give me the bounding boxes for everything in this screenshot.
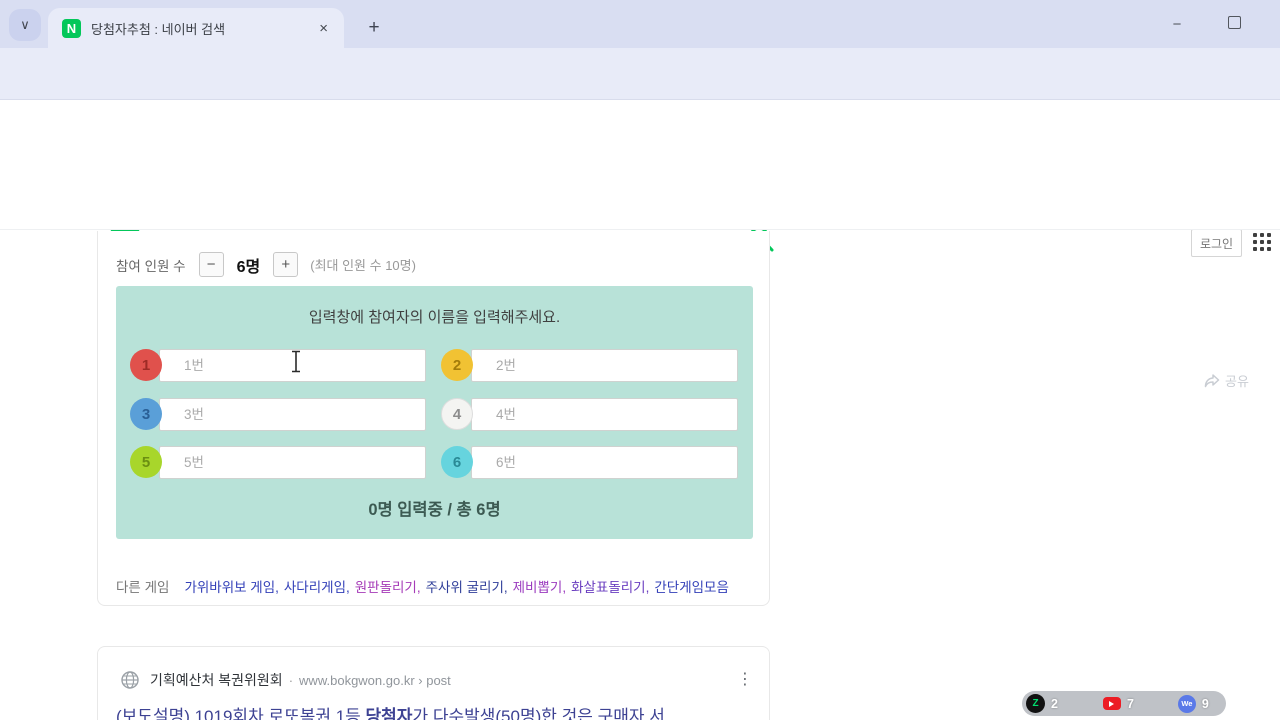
entry-badge-6: 6 xyxy=(441,446,473,478)
entry-progress-status: 0명 입력중 / 총 6명 xyxy=(368,501,501,519)
other-games-label: 다른 게임 xyxy=(116,580,170,595)
youtube-counter: 7 xyxy=(1058,697,1134,711)
naver-favicon: N xyxy=(62,18,81,38)
other-games-row: 다른 게임 가위바위보 게임, 사다리게임, 원판돌리기, 주사위 굴리기, 제… xyxy=(116,576,734,596)
link-arrow-spin[interactable]: 화살표돌리기, xyxy=(571,576,649,596)
badge-number: 4 xyxy=(452,405,462,423)
link-simple-games[interactable]: 간단게임모음 xyxy=(654,576,729,596)
result-site-url[interactable]: www.bokgwon.go.kr › post xyxy=(299,673,451,688)
search-result-card: 기획예산처 복권위원회 · www.bokgwon.go.kr › post ⋮… xyxy=(97,646,770,720)
entry-badge-4: 4 xyxy=(441,398,473,430)
result-title-link[interactable]: (보도설명) 1019회차 로또복권 1등 당첨자가 다수발생(50명)한 것은… xyxy=(116,702,665,720)
tab-search-button[interactable]: ∨ xyxy=(9,9,41,41)
share-label: 공유 xyxy=(1225,374,1249,389)
name-input-6[interactable] xyxy=(471,446,738,479)
chzzk-count: 2 xyxy=(1051,696,1058,711)
entry-badge-1: 1 xyxy=(130,349,162,381)
name-entry-panel: 입력창에 참여자의 이름을 입력해주세요. 1 2 3 4 5 6 xyxy=(116,286,753,539)
chzzk-icon: Z xyxy=(1026,694,1045,713)
badge-number: 1 xyxy=(141,356,151,374)
participant-count-row: 참여 인원 수 − 6명 + (최대 인원 수 10명) xyxy=(116,252,416,277)
result-title-pre: (보도설명) 1019회차 로또복권 1등 xyxy=(116,707,366,720)
badge-number: 3 xyxy=(141,405,151,423)
badge-number: 6 xyxy=(452,453,462,471)
browser-toolbar: ← → ⟳ search.naver.com/search.naver?wher… xyxy=(0,48,1280,141)
badge-number: 2 xyxy=(452,356,462,374)
weverse-counter: We 9 xyxy=(1134,694,1209,713)
weverse-count: 9 xyxy=(1201,696,1209,711)
naver-header: N 로그인 xyxy=(0,100,1280,257)
search-category-nav: 블로그 카페 이미지 지식iN 인플루언서 동영상 쇼핑 뉴스 어학사전 › ⋯… xyxy=(0,176,1280,398)
increase-count-button[interactable]: + xyxy=(273,252,299,277)
browser-tab[interactable]: N 당첨자추첨 : 네이버 검색 × xyxy=(48,8,344,48)
result-source-row[interactable]: 기획예산처 복권위원회 · www.bokgwon.go.kr › post xyxy=(120,670,451,690)
panel-instruction: 입력창에 참여자의 이름을 입력해주세요. xyxy=(308,309,561,326)
link-dice-roll[interactable]: 주사위 굴리기, xyxy=(426,576,508,596)
new-tab-button[interactable]: + xyxy=(360,14,388,42)
chzzk-counter: Z 2 xyxy=(1022,694,1058,713)
browser-window: ∨ N 당첨자추첨 : 네이버 검색 × + − ← → ⟳ search.na… xyxy=(0,0,1280,720)
decrease-count-button[interactable]: − xyxy=(198,252,224,277)
tab-title: 당첨자추첨 : 네이버 검색 xyxy=(91,21,226,37)
result-title-post: 가 다수발생(50명)한 것은 구매자 서 xyxy=(412,707,665,720)
max-count-note: (최대 인원 수 10명) xyxy=(310,258,416,273)
result-menu-icon[interactable]: ⋮ xyxy=(737,669,753,689)
entry-badge-5: 5 xyxy=(130,446,162,478)
share-arrow-icon xyxy=(1204,373,1220,387)
link-draw-lots[interactable]: 제비뽑기, xyxy=(513,576,566,596)
browser-tab-strip: ∨ N 당첨자추첨 : 네이버 검색 × + − xyxy=(0,0,1280,48)
source-separator: · xyxy=(288,672,294,688)
youtube-count: 7 xyxy=(1126,696,1134,711)
link-ladder-game[interactable]: 사다리게임, xyxy=(284,576,350,596)
tab-close-icon[interactable]: × xyxy=(315,20,332,37)
weverse-icon: We xyxy=(1177,694,1196,713)
youtube-icon xyxy=(1102,697,1121,710)
badge-number: 5 xyxy=(141,453,151,471)
participant-count-value: 6명 xyxy=(236,258,261,276)
name-input-2[interactable] xyxy=(471,349,738,382)
entry-badge-2: 2 xyxy=(441,349,473,381)
name-input-3[interactable] xyxy=(159,398,426,431)
entry-badge-3: 3 xyxy=(130,398,162,430)
stream-viewer-overlay: Z 2 7 We 9 xyxy=(1022,691,1226,716)
name-input-5[interactable] xyxy=(159,446,426,479)
result-site-name[interactable]: 기획예산처 복권위원회 xyxy=(150,670,283,690)
result-title-keyword: 당첨자 xyxy=(365,707,413,720)
globe-icon xyxy=(121,671,139,689)
share-button[interactable]: 공유 xyxy=(1204,371,1249,390)
apps-grid-icon[interactable] xyxy=(1253,233,1273,253)
window-minimize-button[interactable]: − xyxy=(1163,12,1191,36)
window-maximize-button[interactable] xyxy=(1228,16,1241,29)
chevron-down-icon: ∨ xyxy=(20,17,30,32)
login-button[interactable]: 로그인 xyxy=(1191,229,1242,257)
winner-draw-widget-card: 참여 인원 수 − 6명 + (최대 인원 수 10명) 입력창에 참여자의 이… xyxy=(97,231,770,606)
text-cursor xyxy=(292,350,300,373)
link-rock-paper-scissors[interactable]: 가위바위보 게임, xyxy=(184,576,278,596)
name-input-4[interactable] xyxy=(471,398,738,431)
participant-count-label: 참여 인원 수 xyxy=(116,258,186,274)
link-wheel-spin[interactable]: 원판돌리기, xyxy=(355,576,421,596)
